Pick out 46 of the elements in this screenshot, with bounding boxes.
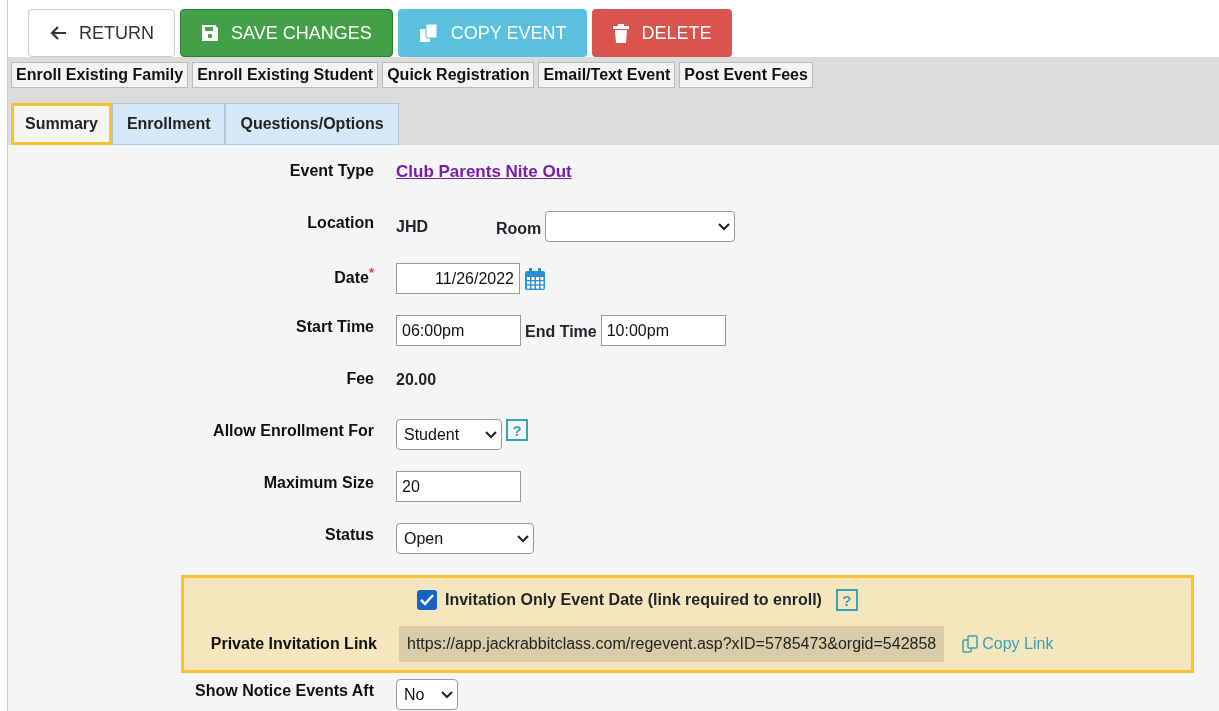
action-button[interactable]: Email/Text Event	[538, 62, 676, 88]
delete-button[interactable]: DELETE	[592, 9, 733, 57]
chevron-down-icon	[441, 690, 453, 699]
dropdown[interactable]: No	[396, 679, 458, 710]
chevron-down-icon	[718, 222, 731, 231]
action-button[interactable]: Post Event Fees	[679, 62, 813, 88]
tab[interactable]: Enrollment	[111, 103, 226, 145]
field-value: 20.00	[396, 370, 437, 390]
checkbox[interactable]	[417, 590, 437, 610]
invitation-link-field[interactable]: https://app.jackrabbitclass.com/regevent.asp?xID=5785473&orgid=542858	[399, 626, 945, 662]
copy-icon	[418, 23, 439, 43]
size-field[interactable]: 20	[396, 471, 521, 502]
field-label: End Time	[525, 322, 597, 342]
field-label: Location	[307, 214, 374, 231]
copy-icon	[962, 635, 979, 653]
start-time-field[interactable]: 06:00pm	[396, 315, 521, 346]
date-field[interactable]: 11/26/2022	[396, 263, 520, 294]
field-label: Allow Enrollment For	[213, 422, 374, 439]
tab[interactable]: Summary	[11, 103, 112, 145]
required-mark: *	[368, 265, 374, 280]
field-value: JHD	[396, 217, 429, 237]
action-button[interactable]: Quick Registration	[382, 62, 535, 88]
checkbox-label: Invitation Only Event Date (link required to enroll)	[445, 590, 822, 610]
chevron-down-icon	[517, 534, 529, 543]
dropdown[interactable]: Open	[396, 523, 534, 554]
room-select[interactable]	[545, 211, 736, 242]
trash-icon	[613, 23, 630, 43]
action-button[interactable]: Enroll Existing Family	[11, 62, 189, 88]
tab[interactable]: Questions/Options	[225, 103, 399, 145]
end-time-field[interactable]: 10:00pm	[600, 315, 726, 346]
field-label: Date	[334, 269, 369, 287]
field-label: Private Invitation Link	[210, 635, 377, 652]
field-label: Maximum Size	[263, 474, 374, 491]
field-label: Status	[325, 526, 374, 543]
field-label: Show Notice Events Aft	[195, 682, 374, 699]
field-label: Room	[496, 219, 542, 239]
field-label: Event Type	[289, 162, 374, 179]
chevron-down-icon	[485, 430, 497, 439]
event-type-link[interactable]: Club Parents Nite Out	[396, 159, 572, 185]
action-button[interactable]: Enroll Existing Student	[192, 62, 379, 88]
dropdown[interactable]: Student	[396, 419, 502, 450]
return-button[interactable]: RETURN	[28, 9, 175, 57]
field-label: Start Time	[296, 318, 374, 335]
field-label: Fee	[346, 370, 374, 387]
arrow-left-icon	[49, 25, 67, 41]
calendar-icon	[524, 267, 546, 291]
